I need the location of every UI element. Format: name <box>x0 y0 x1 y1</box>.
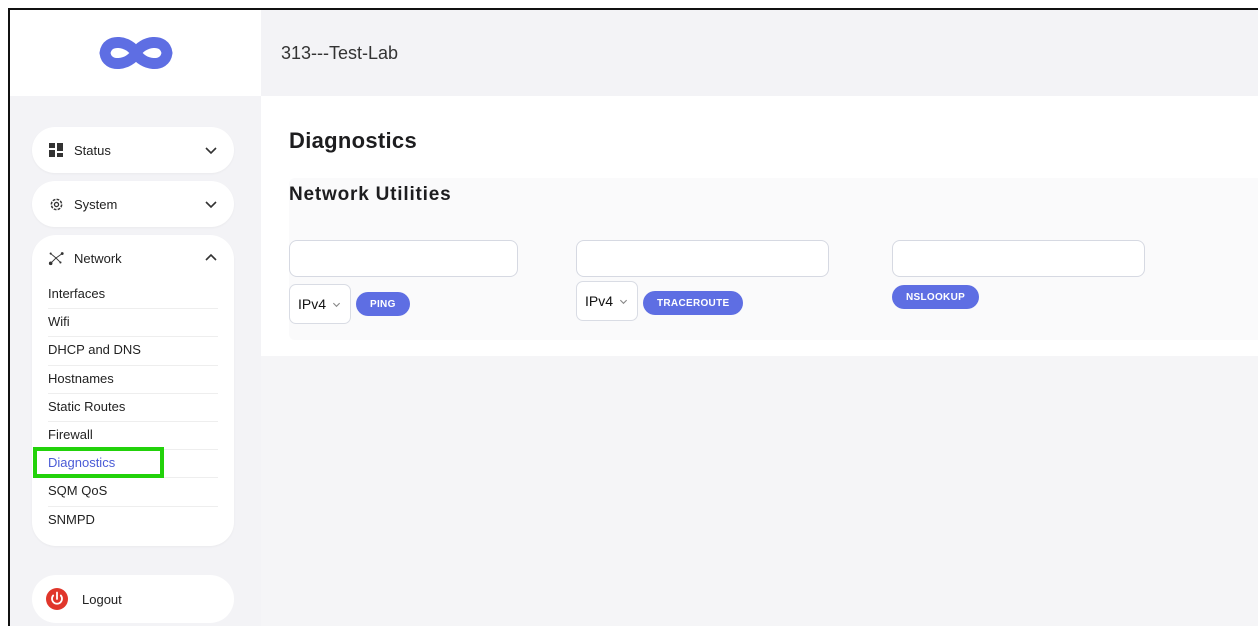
nslookup-host-input[interactable] <box>892 240 1145 277</box>
highlight-annotation <box>33 447 164 478</box>
sidebar-item-label: Network <box>74 250 122 266</box>
chevron-down-icon <box>332 302 341 307</box>
sidebar-item-status[interactable]: Status <box>32 127 234 173</box>
dashboard-grid-icon <box>48 142 64 158</box>
sidebar-item-sqm-qos[interactable]: SQM QoS <box>48 478 218 507</box>
sidebar-network-card: Network Interfaces Wifi DHCP and DNS Hos… <box>32 235 234 546</box>
sidebar: Status System Network Interfaces Wifi DH… <box>10 10 261 626</box>
sidebar-item-wifi[interactable]: Wifi <box>48 309 218 338</box>
section-title: Network Utilities <box>289 184 452 205</box>
logout-label: Logout <box>82 591 122 607</box>
traceroute-button[interactable]: TRACEROUTE <box>643 291 744 315</box>
top-bar: 313---Test-Lab <box>261 10 1258 96</box>
sidebar-system-card: System <box>32 181 234 227</box>
infinity-logo-icon <box>99 37 172 69</box>
page-title: Diagnostics <box>289 128 417 153</box>
traceroute-protocol-select[interactable]: IPv4 <box>576 281 638 321</box>
network-utilities-section: Network Utilities IPv4 PING IPv4 TRACERO… <box>289 178 1258 340</box>
sidebar-item-label: System <box>74 196 118 212</box>
gear-icon <box>48 196 64 212</box>
main-content: Diagnostics Network Utilities IPv4 PING … <box>261 96 1258 356</box>
sidebar-item-snmpd[interactable]: SNMPD <box>48 507 218 535</box>
app-frame: Status System Network Interfaces Wifi DH… <box>8 8 1258 626</box>
sidebar-item-hostnames[interactable]: Hostnames <box>48 366 218 394</box>
ping-protocol-select[interactable]: IPv4 <box>289 284 351 324</box>
logo[interactable] <box>10 10 261 96</box>
sidebar-item-network[interactable]: Network <box>32 235 234 281</box>
network-nodes-icon <box>48 250 64 266</box>
ping-host-input[interactable] <box>289 240 518 277</box>
chevron-down-icon <box>619 299 628 304</box>
traceroute-protocol-value: IPv4 <box>585 293 614 309</box>
ping-button[interactable]: PING <box>356 292 410 316</box>
sidebar-item-static-routes[interactable]: Static Routes <box>48 394 218 422</box>
sidebar-status-card: Status <box>32 127 234 173</box>
ping-protocol-value: IPv4 <box>298 296 327 312</box>
sidebar-item-interfaces[interactable]: Interfaces <box>48 281 218 310</box>
traceroute-host-input[interactable] <box>576 240 829 277</box>
nslookup-button[interactable]: NSLOOKUP <box>892 285 980 309</box>
chevron-up-icon <box>205 253 217 261</box>
network-submenu: Interfaces Wifi DHCP and DNS Hostnames S… <box>32 281 234 553</box>
power-icon <box>46 588 68 610</box>
chevron-down-icon <box>205 147 217 155</box>
sidebar-item-dhcp-dns[interactable]: DHCP and DNS <box>48 337 218 366</box>
device-title: 313---Test-Lab <box>281 42 399 63</box>
sidebar-item-firewall[interactable]: Firewall <box>48 422 218 451</box>
sidebar-item-label: Status <box>74 142 111 158</box>
logout-button[interactable]: Logout <box>32 575 234 623</box>
sidebar-item-system[interactable]: System <box>32 181 234 227</box>
chevron-down-icon <box>205 201 217 209</box>
